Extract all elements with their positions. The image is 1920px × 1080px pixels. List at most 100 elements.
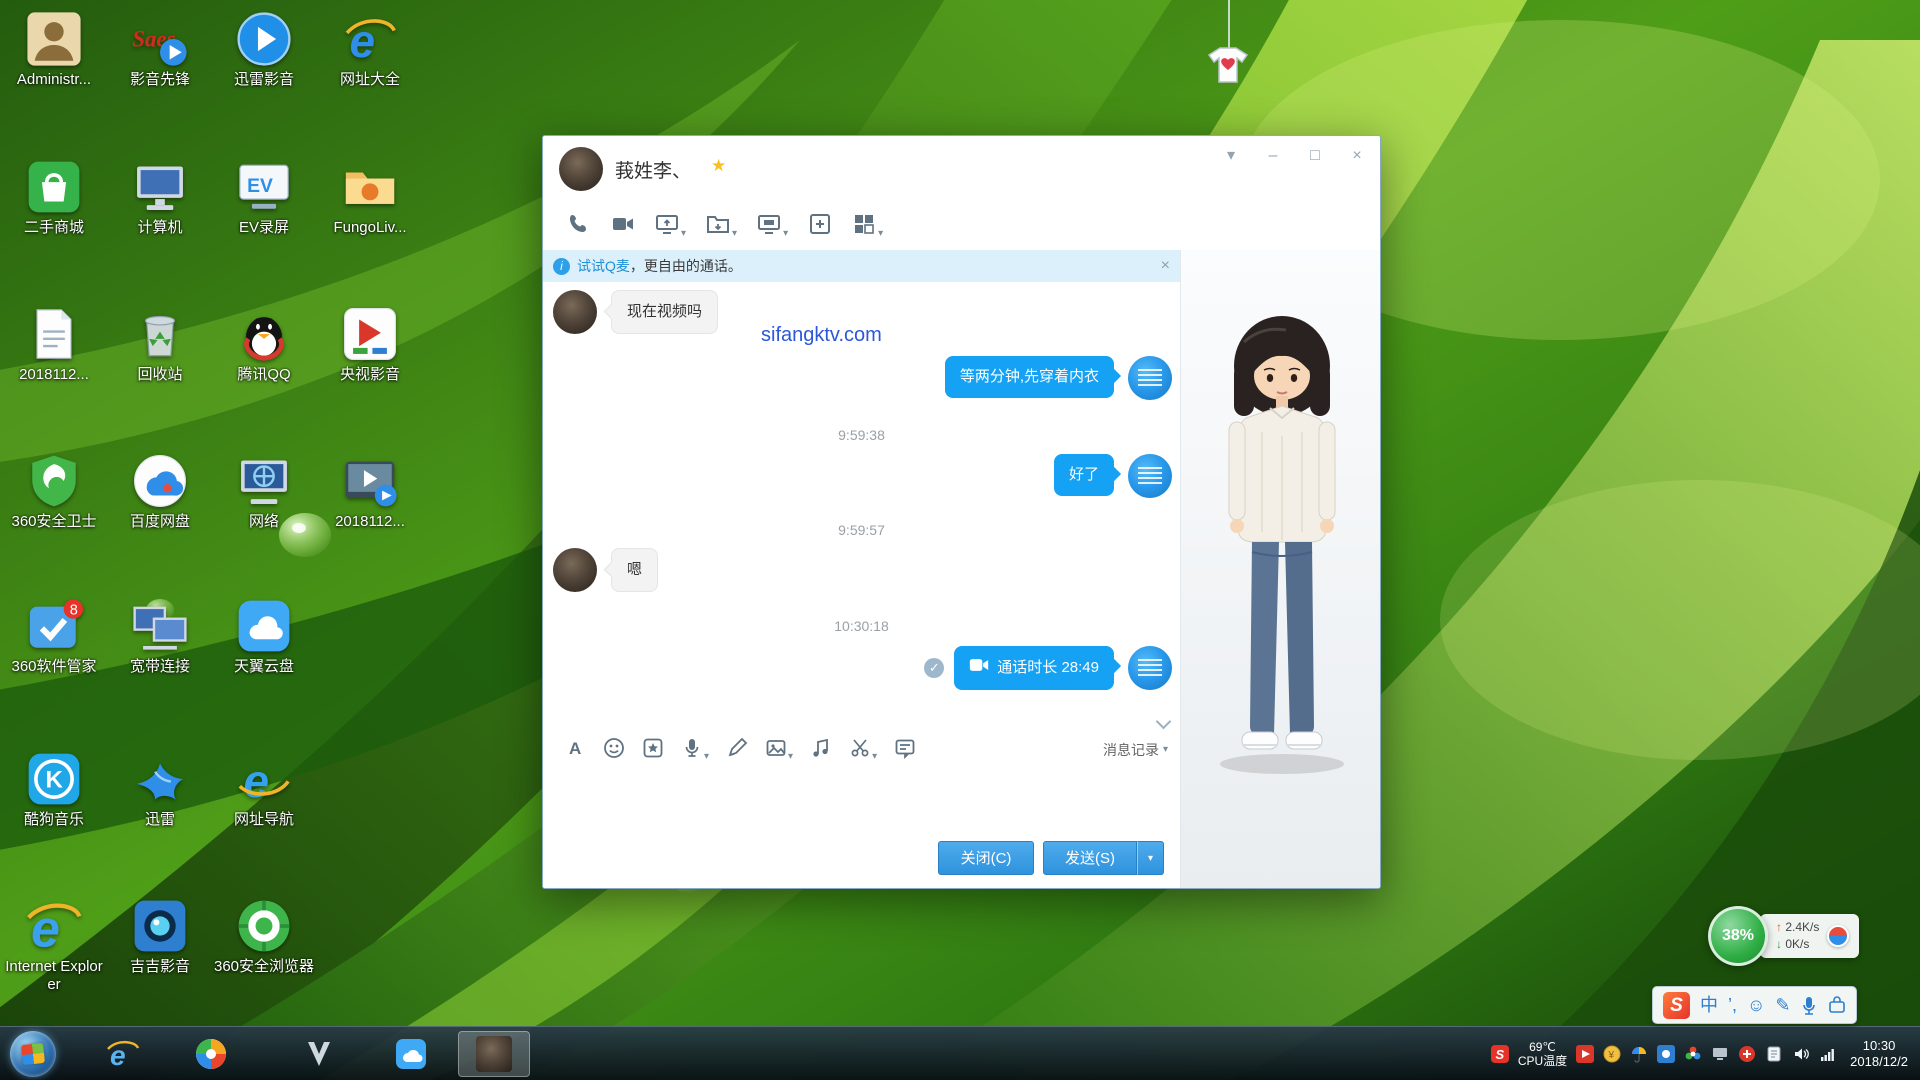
desktop-icon-ie-nav[interactable]: e网址大全 (318, 10, 422, 89)
send-button[interactable]: 发送(S) (1043, 841, 1137, 875)
music-icon[interactable] (805, 735, 837, 766)
notice-close-icon[interactable]: × (1161, 257, 1170, 275)
taskbar-item-sogou-browser[interactable] (188, 1032, 234, 1076)
chat-message-row: 等两分钟,先穿着内衣 (543, 356, 1180, 400)
emoticon-icon[interactable] (598, 735, 630, 766)
tray-icon-red-badge[interactable] (1738, 1045, 1756, 1063)
apps-icon[interactable]: ▾ (846, 210, 889, 243)
tray-icon-red-player[interactable] (1576, 1045, 1594, 1063)
ime-microphone-icon[interactable] (1800, 992, 1818, 1018)
magic-expression-icon[interactable] (637, 735, 669, 766)
taskbar-item-internet-explorer[interactable]: e (100, 1032, 146, 1076)
voice-message-icon[interactable]: ▾ (676, 735, 714, 766)
desktop-icon-ie-nav2[interactable]: e网址导航 (212, 750, 316, 829)
self-avatar[interactable] (1128, 356, 1172, 400)
tray-icon-clipboard[interactable] (1765, 1045, 1783, 1063)
tray-icon-flower360[interactable] (1684, 1045, 1702, 1063)
desktop-icon-ev[interactable]: EVEV录屏 (212, 158, 316, 237)
360-badge-icon[interactable] (1827, 925, 1849, 947)
desktop-icon-soft360[interactable]: 8360软件管家 (2, 597, 106, 676)
taskbar-item-maxthon-browser[interactable] (296, 1032, 342, 1076)
peer-avatar[interactable] (559, 147, 603, 191)
close-chat-button[interactable]: 关闭(C) (938, 841, 1034, 875)
message-history-button[interactable]: 消息记录▾ (1103, 740, 1168, 760)
sogou-ime-icon[interactable]: S (1663, 992, 1690, 1019)
taskbar-item-qq-chat[interactable] (458, 1031, 530, 1077)
desktop-icon-xunlei[interactable]: 迅雷 (108, 750, 212, 829)
message-box-icon[interactable] (889, 735, 921, 766)
self-avatar[interactable] (1128, 646, 1172, 690)
close-icon[interactable]: × (1344, 144, 1370, 168)
chat-titlebar[interactable]: 莪姓李、 ★ ▾ – □ × (543, 136, 1380, 203)
desktop-icon-baidupan[interactable]: 百度网盘 (108, 452, 212, 531)
send-file-icon[interactable]: ▾ (700, 210, 743, 243)
qmai-link[interactable]: 试试Q麦 (577, 256, 630, 276)
desktop-icon-browser360[interactable]: 360安全浏览器 (212, 897, 316, 976)
ime-language-toggle[interactable]: 中 (1700, 992, 1718, 1018)
screen-share-icon[interactable]: ▾ (649, 210, 692, 243)
desktop-icon-doc[interactable]: 2018112... (2, 305, 106, 384)
create-discussion-icon[interactable] (802, 210, 838, 243)
ime-punctuation-toggle[interactable]: ’, (1728, 992, 1737, 1018)
desktop-icon-computer[interactable]: 计算机 (108, 158, 212, 237)
desktop-icon-fungo[interactable]: FungoLiv... (318, 158, 422, 237)
tray-icon-grey-device[interactable] (1711, 1045, 1729, 1063)
ime-handwriting-icon[interactable]: ✎ (1775, 992, 1790, 1018)
tray-icon-umbrella[interactable] (1630, 1045, 1648, 1063)
desktop-icon-xunlei-player[interactable]: 迅雷影音 (212, 10, 316, 89)
maximize-icon[interactable]: □ (1302, 144, 1328, 168)
start-button[interactable] (10, 1031, 56, 1077)
tray-icon-sogou[interactable]: S (1491, 1045, 1509, 1063)
scroll-to-bottom-icon[interactable] (1154, 715, 1172, 729)
ime-toolbox-icon[interactable] (1828, 992, 1846, 1018)
chat-message[interactable]: 现在视频吗 (611, 290, 718, 334)
tray-icon-gold-coin[interactable]: ¥ (1603, 1045, 1621, 1063)
tray-icon-signal[interactable] (1819, 1045, 1837, 1063)
desktop-icon-cctv[interactable]: 央视影音 (318, 305, 422, 384)
360-float-ball[interactable]: 38% ↑ 2.4K/s ↓ 0K/s (1708, 906, 1859, 966)
desktop-icon-broadband[interactable]: 宽带连接 (108, 597, 212, 676)
font-icon[interactable]: A (559, 735, 591, 766)
desktop-icon-cloud189[interactable]: 天翼云盘 (212, 597, 316, 676)
desktop-icon-video[interactable]: 2018112... (318, 452, 422, 531)
send-options-caret-icon[interactable]: ▾ (1137, 841, 1164, 875)
clock[interactable]: 10:30 2018/12/2 (1846, 1038, 1908, 1070)
chat-message[interactable]: 嗯 (611, 548, 658, 592)
voice-call-icon[interactable] (561, 210, 597, 243)
tray-icon-blue-chip[interactable] (1657, 1045, 1675, 1063)
qq-show-shirt-widget[interactable] (1206, 46, 1250, 84)
minimize-icon[interactable]: – (1260, 144, 1286, 168)
remote-desktop-icon[interactable]: ▾ (751, 210, 794, 243)
screenshot-icon[interactable]: ▾ (844, 735, 882, 766)
timestamp: 10:30:18 (543, 618, 1180, 634)
desktop-icon-jiji[interactable]: 吉吉影音 (108, 897, 212, 976)
desktop-icon-recycle[interactable]: 回收站 (108, 305, 212, 384)
qq-show-panel[interactable] (1180, 250, 1381, 889)
desktop-icon-user[interactable]: Administr... (2, 10, 106, 89)
message-input[interactable] (543, 769, 1180, 836)
desktop-icon-saes[interactable]: Saes影音先锋 (108, 10, 212, 89)
peer-avatar[interactable] (553, 290, 597, 334)
ime-emoji-icon[interactable]: ☺ (1747, 992, 1765, 1018)
chat-message[interactable]: 好了 (1054, 454, 1114, 496)
video-call-icon[interactable] (605, 210, 641, 243)
desktop-icon-shop[interactable]: 二手商城 (2, 158, 106, 237)
memory-percent[interactable]: 38% (1708, 906, 1768, 966)
desktop-icon-ie[interactable]: eInternet Explorer (2, 897, 106, 994)
taskbar-item-cloud-drive[interactable] (388, 1032, 434, 1076)
self-avatar[interactable] (1128, 454, 1172, 498)
caret-down-icon: ▾ (878, 227, 883, 241)
desktop-icon-qq[interactable]: 腾讯QQ (212, 305, 316, 384)
desktop-icon-label: 二手商城 (2, 219, 106, 237)
peer-avatar[interactable] (553, 548, 597, 592)
qq-show-character[interactable] (1182, 302, 1382, 782)
tray-icon-speaker[interactable] (1792, 1045, 1810, 1063)
desktop-icon-shield360[interactable]: 360安全卫士 (2, 452, 106, 531)
call-record-message[interactable]: 通话时长 28:49 (954, 646, 1114, 690)
desktop-icon-kugou[interactable]: K酷狗音乐 (2, 750, 106, 829)
chat-message[interactable]: 等两分钟,先穿着内衣 (945, 356, 1114, 398)
image-icon[interactable]: ▾ (760, 735, 798, 766)
window-more-icon[interactable]: ▾ (1218, 144, 1244, 168)
doodle-icon[interactable] (721, 735, 753, 766)
desktop-icon-network[interactable]: 网络 (212, 452, 316, 531)
